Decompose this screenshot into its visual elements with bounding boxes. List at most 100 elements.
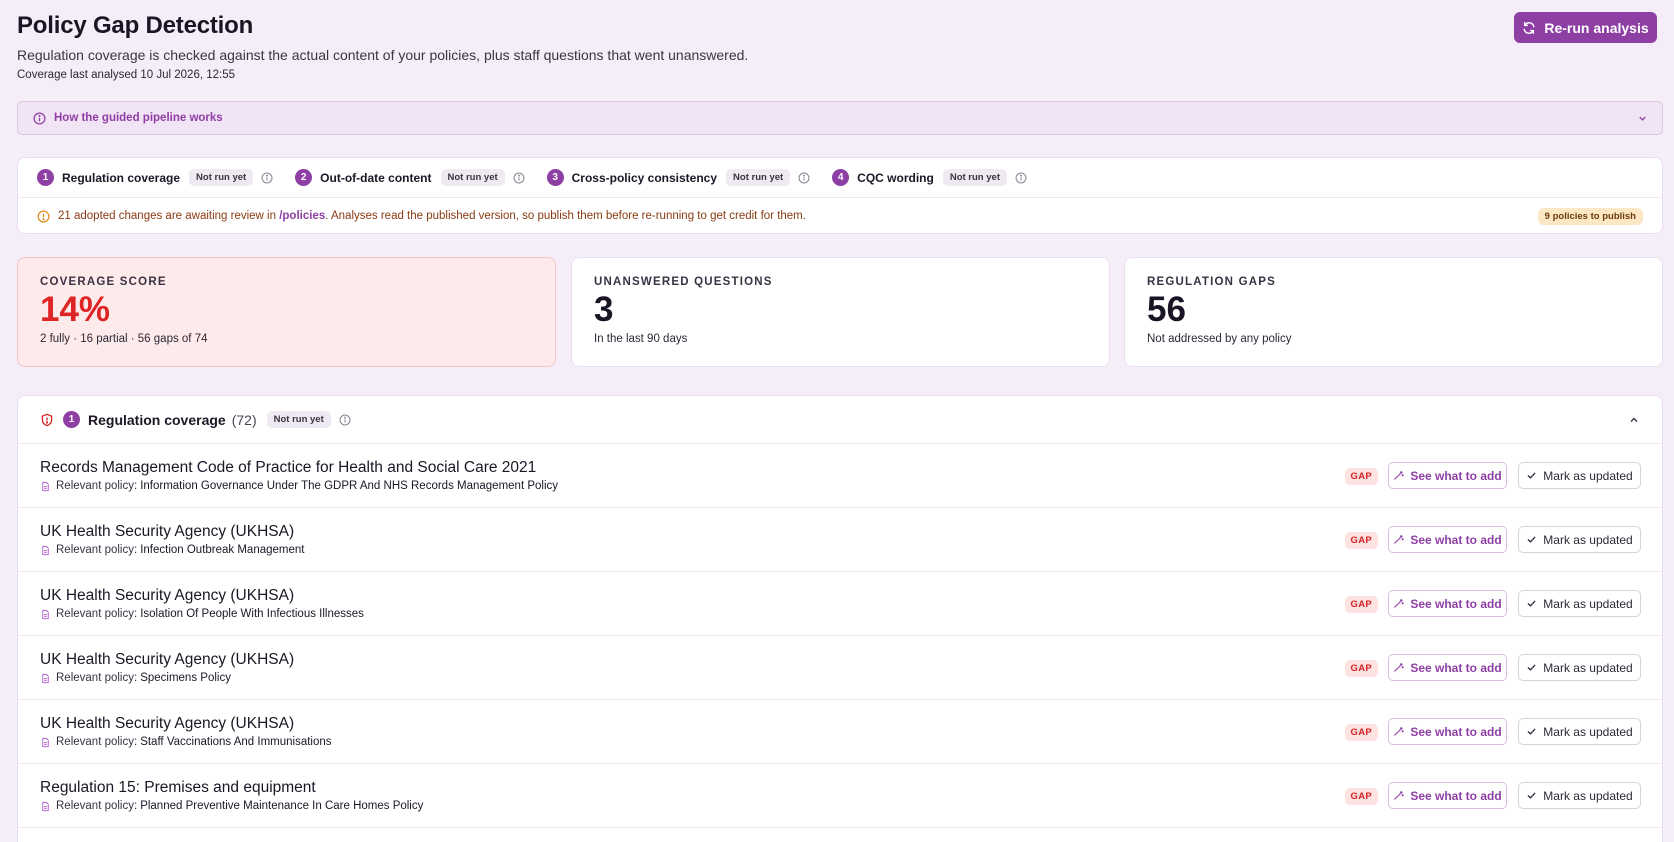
pipeline-explainer-toggle[interactable]: How the guided pipeline works xyxy=(17,101,1663,135)
notice-text-after: . Analyses read the published version, s… xyxy=(325,210,806,222)
check-icon xyxy=(1527,600,1536,607)
magic-wand-icon xyxy=(1394,662,1405,672)
relevant-policy-label: Relevant policy: xyxy=(56,480,138,492)
last-analysed-text: Coverage last analysed 10 Jul 2026, 12:5… xyxy=(17,69,236,81)
pipeline-steps: 1 Regulation coverage Not run yet 2 Out-… xyxy=(18,158,1662,198)
see-what-to-add-button[interactable]: See what to add xyxy=(1388,590,1507,617)
stat-label: UNANSWERED QUESTIONS xyxy=(594,276,773,288)
notice-text-before: 21 adopted changes are awaiting review i… xyxy=(58,210,280,222)
step-status-badge: Not run yet xyxy=(440,169,505,186)
step-label: Out-of-date content xyxy=(320,170,432,185)
gap-badge: GAP xyxy=(1344,788,1378,805)
magic-wand-icon xyxy=(1394,534,1405,544)
stat-value: 56 xyxy=(1147,290,1186,329)
refresh-icon xyxy=(1523,21,1535,34)
mark-as-updated-button[interactable]: Mark as updated xyxy=(1518,718,1641,745)
see-what-to-add-label: See what to add xyxy=(1410,468,1502,483)
stat-note: In the last 90 days xyxy=(594,333,688,345)
see-what-to-add-button[interactable]: See what to add xyxy=(1388,654,1507,681)
coverage-score-card: COVERAGE SCORE 14% 2 fully · 16 partial … xyxy=(17,257,556,367)
see-what-to-add-button[interactable]: See what to add xyxy=(1388,462,1507,489)
gap-row: Records Management Code of Practice for … xyxy=(18,444,1662,508)
step-regulation-coverage[interactable]: 1 Regulation coverage Not run yet xyxy=(37,169,273,186)
gap-row: UK Health Security Agency (UKHSA) Relevan… xyxy=(18,700,1662,764)
mark-as-updated-button[interactable]: Mark as updated xyxy=(1518,462,1641,489)
relevant-policy-label: Relevant policy: xyxy=(56,544,138,556)
see-what-to-add-label: See what to add xyxy=(1410,660,1502,675)
mark-as-updated-button[interactable]: Mark as updated xyxy=(1518,526,1641,553)
mark-as-updated-button[interactable]: Mark as updated xyxy=(1518,590,1641,617)
step-label: Regulation coverage xyxy=(62,170,181,185)
section-step-number: 1 xyxy=(63,411,80,428)
document-icon xyxy=(42,737,49,747)
chevron-up-icon[interactable] xyxy=(1628,414,1640,426)
relevant-policy-name: Infection Outbreak Management xyxy=(140,544,305,556)
mark-as-updated-label: Mark as updated xyxy=(1543,660,1633,675)
info-icon[interactable] xyxy=(798,172,810,184)
step-cqc-wording[interactable]: 4 CQC wording Not run yet xyxy=(832,169,1027,186)
check-icon xyxy=(1527,536,1536,543)
relevant-policy-name: Information Governance Under The GDPR An… xyxy=(140,480,559,492)
relevant-policy-name: Isolation Of People With Infectious Illn… xyxy=(140,608,364,620)
see-what-to-add-label: See what to add xyxy=(1410,724,1502,739)
section-status-badge: Not run yet xyxy=(266,411,331,428)
gap-row: UK Health Security Agency (UKHSA) Relevan… xyxy=(18,508,1662,572)
magic-wand-icon xyxy=(1394,790,1405,800)
step-number: 2 xyxy=(295,169,313,186)
section-title: Regulation coverage xyxy=(88,411,226,428)
check-icon xyxy=(1527,664,1536,671)
info-icon[interactable] xyxy=(513,172,525,184)
info-icon xyxy=(33,112,46,124)
gap-badge: GAP xyxy=(1344,468,1378,485)
rerun-analysis-button[interactable]: Re-run analysis xyxy=(1514,12,1657,43)
info-icon[interactable] xyxy=(339,414,351,426)
chevron-down-icon xyxy=(1639,116,1646,121)
step-number: 3 xyxy=(546,169,564,186)
document-icon xyxy=(42,673,49,683)
document-icon xyxy=(42,609,49,619)
check-icon xyxy=(1527,472,1536,479)
step-status-badge: Not run yet xyxy=(189,169,254,186)
see-what-to-add-label: See what to add xyxy=(1410,596,1502,611)
step-label: Cross-policy consistency xyxy=(571,170,718,185)
check-icon xyxy=(1527,792,1536,799)
relevant-policy-label: Relevant policy: xyxy=(56,736,138,748)
mark-as-updated-label: Mark as updated xyxy=(1543,532,1633,547)
mark-as-updated-label: Mark as updated xyxy=(1543,596,1633,611)
section-count: (72) xyxy=(231,411,257,428)
see-what-to-add-button[interactable]: See what to add xyxy=(1388,526,1507,553)
unanswered-questions-card: UNANSWERED QUESTIONS 3 In the last 90 da… xyxy=(571,257,1110,367)
step-number: 4 xyxy=(832,169,850,186)
step-cross-policy-consistency[interactable]: 3 Cross-policy consistency Not run yet xyxy=(546,169,811,186)
rerun-analysis-label: Re-run analysis xyxy=(1544,19,1649,36)
stat-value: 3 xyxy=(594,290,614,329)
mark-as-updated-button[interactable]: Mark as updated xyxy=(1518,654,1641,681)
warning-icon xyxy=(37,210,50,222)
page-header: Policy Gap Detection Regulation coverage… xyxy=(17,12,1657,81)
see-what-to-add-button[interactable]: See what to add xyxy=(1388,718,1507,745)
pipeline-explainer-label: How the guided pipeline works xyxy=(54,112,223,124)
step-status-badge: Not run yet xyxy=(942,169,1007,186)
section-header[interactable]: 1 Regulation coverage (72) Not run yet xyxy=(18,396,1662,444)
policies-link[interactable]: /policies xyxy=(279,210,325,222)
stat-note: Not addressed by any policy xyxy=(1147,333,1292,345)
gap-badge: GAP xyxy=(1344,660,1378,677)
see-what-to-add-button[interactable]: See what to add xyxy=(1388,782,1507,809)
document-icon xyxy=(42,801,49,811)
mark-as-updated-label: Mark as updated xyxy=(1543,468,1633,483)
gap-badge: GAP xyxy=(1344,724,1378,741)
magic-wand-icon xyxy=(1394,598,1405,608)
document-icon xyxy=(42,545,49,555)
publish-notice: 21 adopted changes are awaiting review i… xyxy=(18,198,1662,234)
document-icon xyxy=(42,481,49,491)
step-number: 1 xyxy=(37,169,54,186)
regulation-coverage-section: 1 Regulation coverage (72) Not run yet R… xyxy=(17,395,1663,842)
step-out-of-date-content[interactable]: 2 Out-of-date content Not run yet xyxy=(295,169,525,186)
info-icon[interactable] xyxy=(1015,172,1027,184)
step-status-badge: Not run yet xyxy=(726,169,791,186)
policies-to-publish-badge: 9 policies to publish xyxy=(1537,208,1643,225)
mark-as-updated-button[interactable]: Mark as updated xyxy=(1518,782,1641,809)
info-icon[interactable] xyxy=(261,172,273,184)
pipeline-steps-card: 1 Regulation coverage Not run yet 2 Out-… xyxy=(17,157,1663,234)
magic-wand-icon xyxy=(1394,726,1405,736)
